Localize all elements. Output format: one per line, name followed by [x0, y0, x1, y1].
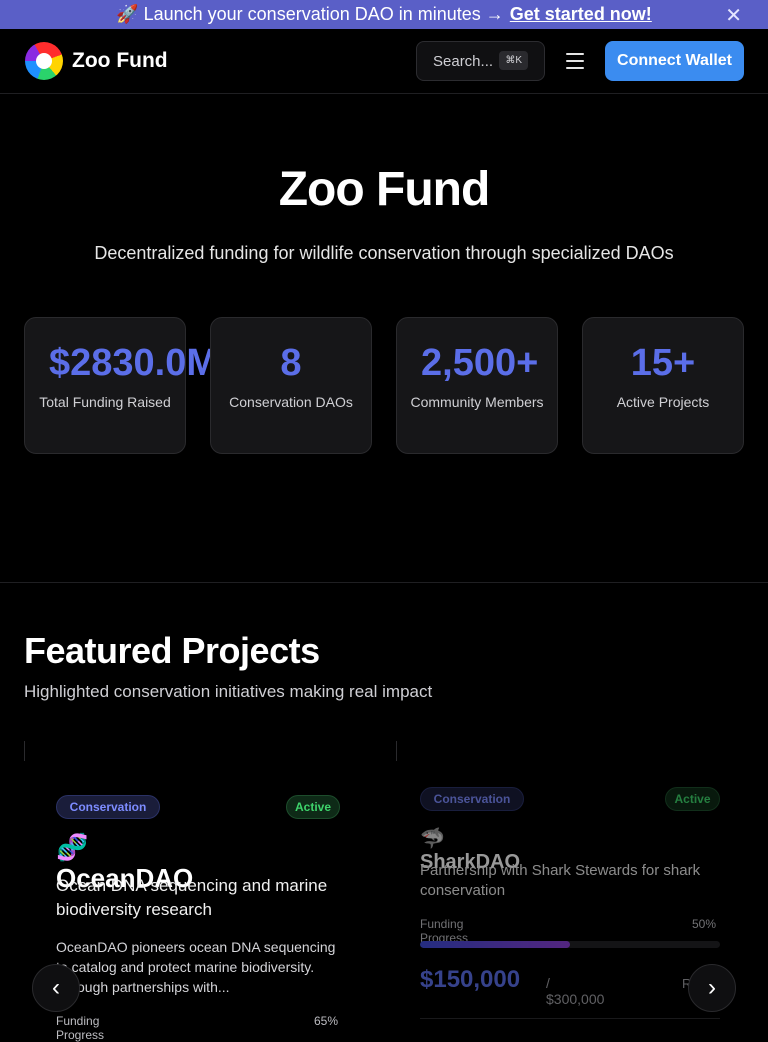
top-nav: Zoo Fund Search... ⌘K Connect Wallet	[0, 29, 768, 94]
search-placeholder: Search...	[433, 52, 494, 70]
carousel-prev-button[interactable]: ‹	[32, 964, 80, 1012]
brand-name[interactable]: Zoo Fund	[72, 49, 168, 73]
category-badge: Conservation	[56, 795, 160, 819]
search-button[interactable]: Search... ⌘K	[416, 41, 545, 81]
menu-icon[interactable]	[566, 53, 584, 69]
card-divider	[420, 1018, 720, 1019]
hero-subtitle: Decentralized funding for wildlife conse…	[94, 243, 674, 263]
stat-card-projects: 15+ Active Projects	[582, 317, 744, 454]
stat-card-daos: 8 Conservation DAOs	[210, 317, 372, 454]
funding-percent: 65%	[314, 1014, 339, 1028]
status-badge: Active	[286, 795, 340, 819]
funding-progress-fill	[420, 941, 570, 948]
stat-value: 2,500+	[421, 342, 539, 384]
shark-icon: 🦈	[420, 828, 445, 850]
hero-title: Zoo Fund	[278, 163, 491, 216]
stat-label: Conservation DAOs	[229, 394, 353, 410]
funding-progress-bar	[420, 941, 720, 948]
stat-label: Community Members	[410, 394, 544, 410]
category-badge: Conservation	[420, 787, 524, 811]
stat-value: 8	[280, 342, 302, 384]
get-started-link[interactable]: Get started now!	[510, 4, 652, 25]
carousel-next-button[interactable]: ›	[688, 964, 736, 1012]
stat-card-members: 2,500+ Community Members	[396, 317, 558, 454]
section-divider	[0, 582, 768, 583]
featured-title: Featured Projects	[24, 630, 320, 671]
connect-wallet-button[interactable]: Connect Wallet	[605, 41, 744, 81]
carousel-edge	[24, 741, 25, 761]
project-description: OceanDAO pioneers ocean DNA sequencing t…	[56, 939, 336, 995]
close-icon[interactable]: ✕	[725, 3, 742, 28]
stat-label: Total Funding Raised	[39, 394, 171, 410]
search-shortcut: ⌘K	[499, 51, 528, 70]
featured-subtitle: Highlighted conservation initiatives mak…	[24, 682, 433, 701]
stat-card-funding: $2830.0M+ Total Funding Raised	[24, 317, 240, 454]
funding-label: Funding Progress	[56, 1014, 105, 1042]
funding-goal: / $300,000	[546, 975, 605, 1007]
project-tagline: Ocean DNA sequencing and marine biodiver…	[56, 876, 328, 919]
logo-icon[interactable]	[25, 42, 63, 80]
announcement-banner: 🚀 Launch your conservation DAO in minute…	[0, 0, 768, 29]
project-tagline: Partnership with Shark Stewards for shar…	[420, 862, 701, 899]
chevron-right-icon: ›	[708, 974, 716, 1001]
banner-text: 🚀 Launch your conservation DAO in minute…	[116, 4, 504, 24]
dna-icon: 🧬	[56, 832, 89, 862]
chevron-left-icon: ‹	[52, 974, 60, 1001]
carousel-edge	[396, 741, 397, 761]
amount-raised: $150,000	[420, 966, 521, 993]
stat-label: Active Projects	[616, 394, 710, 410]
funding-percent: 50%	[692, 917, 717, 931]
status-badge: Active	[665, 787, 720, 811]
stat-value: 15+	[630, 342, 696, 384]
